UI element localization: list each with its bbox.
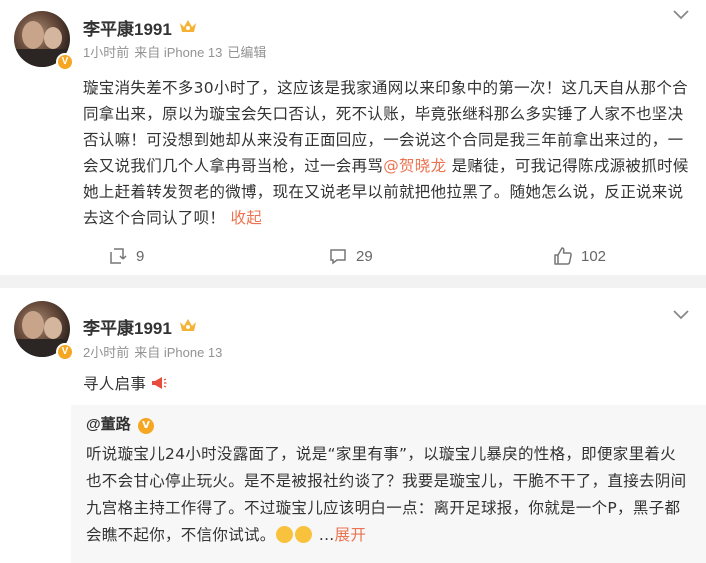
action-bar: 9 29 102 [0, 236, 706, 276]
crown-icon [180, 20, 196, 32]
post-text-part: 寻人启事 [83, 375, 147, 393]
like-icon [554, 247, 572, 265]
post-text: 璇宝消失差不多30小时了，这应该是我家通网以来印象中的第一次！这几天自从那个合同… [83, 75, 691, 231]
like-count: 102 [581, 247, 607, 265]
repost-icon [110, 248, 127, 264]
comment-count: 29 [356, 247, 373, 265]
retweet-text: 听说璇宝儿24小时没露面了，说是“家里有事”，以璇宝儿暴戾的性格，即便家里着火也… [86, 441, 691, 549]
weibo-post: V 李平康1991 1小时前 来自 iPhone 13 已编辑 璇宝消失差不多30小… [0, 0, 706, 275]
post-source: 来自 iPhone 13 [134, 345, 223, 360]
expand-link[interactable]: 展开 [335, 526, 367, 544]
chevron-down-icon[interactable] [672, 9, 690, 21]
comment-button[interactable]: 29 [328, 236, 373, 276]
chevron-down-icon[interactable] [672, 309, 690, 321]
mention-link[interactable]: @贺晓龙 [383, 157, 446, 175]
post-time[interactable]: 1小时前 [83, 45, 129, 60]
username[interactable]: 李平康1991 [83, 314, 172, 339]
repost-button[interactable]: 9 [108, 236, 144, 276]
collapse-link[interactable]: 收起 [230, 209, 262, 227]
laughing-emoji-icon [275, 526, 293, 543]
megaphone-icon [152, 377, 167, 389]
comment-icon [330, 249, 346, 265]
crown-icon [180, 319, 196, 331]
post-meta: 2小时前 来自 iPhone 13 [83, 342, 222, 361]
retweet-card[interactable]: @董路 V 听说璇宝儿24小时没露面了，说是“家里有事”，以璇宝儿暴戾的性格，即… [71, 405, 706, 563]
repost-count: 9 [136, 247, 145, 265]
post-time[interactable]: 2小时前 [83, 345, 129, 360]
verified-badge-icon: V [56, 343, 74, 361]
like-button[interactable]: 102 [553, 236, 606, 276]
retweet-text-body: 听说璇宝儿24小时没露面了，说是“家里有事”，以璇宝儿暴戾的性格，即便家里着火也… [86, 445, 687, 544]
ellipsis: ... [318, 526, 335, 544]
weibo-post: V 李平康1991 2小时前 来自 iPhone 13 寻人启事 @董路 V 听说… [0, 288, 706, 563]
laughing-emoji-icon [294, 526, 312, 543]
post-source: 来自 iPhone 13 [134, 45, 223, 60]
verified-badge-icon: V [138, 418, 154, 434]
post-text: 寻人启事 [83, 371, 691, 397]
post-meta: 1小时前 来自 iPhone 13 已编辑 [83, 42, 266, 61]
verified-badge-icon: V [56, 53, 74, 71]
edited-label[interactable]: 已编辑 [227, 45, 266, 60]
retweet-author[interactable]: @董路 [86, 413, 131, 434]
username[interactable]: 李平康1991 [83, 15, 172, 40]
